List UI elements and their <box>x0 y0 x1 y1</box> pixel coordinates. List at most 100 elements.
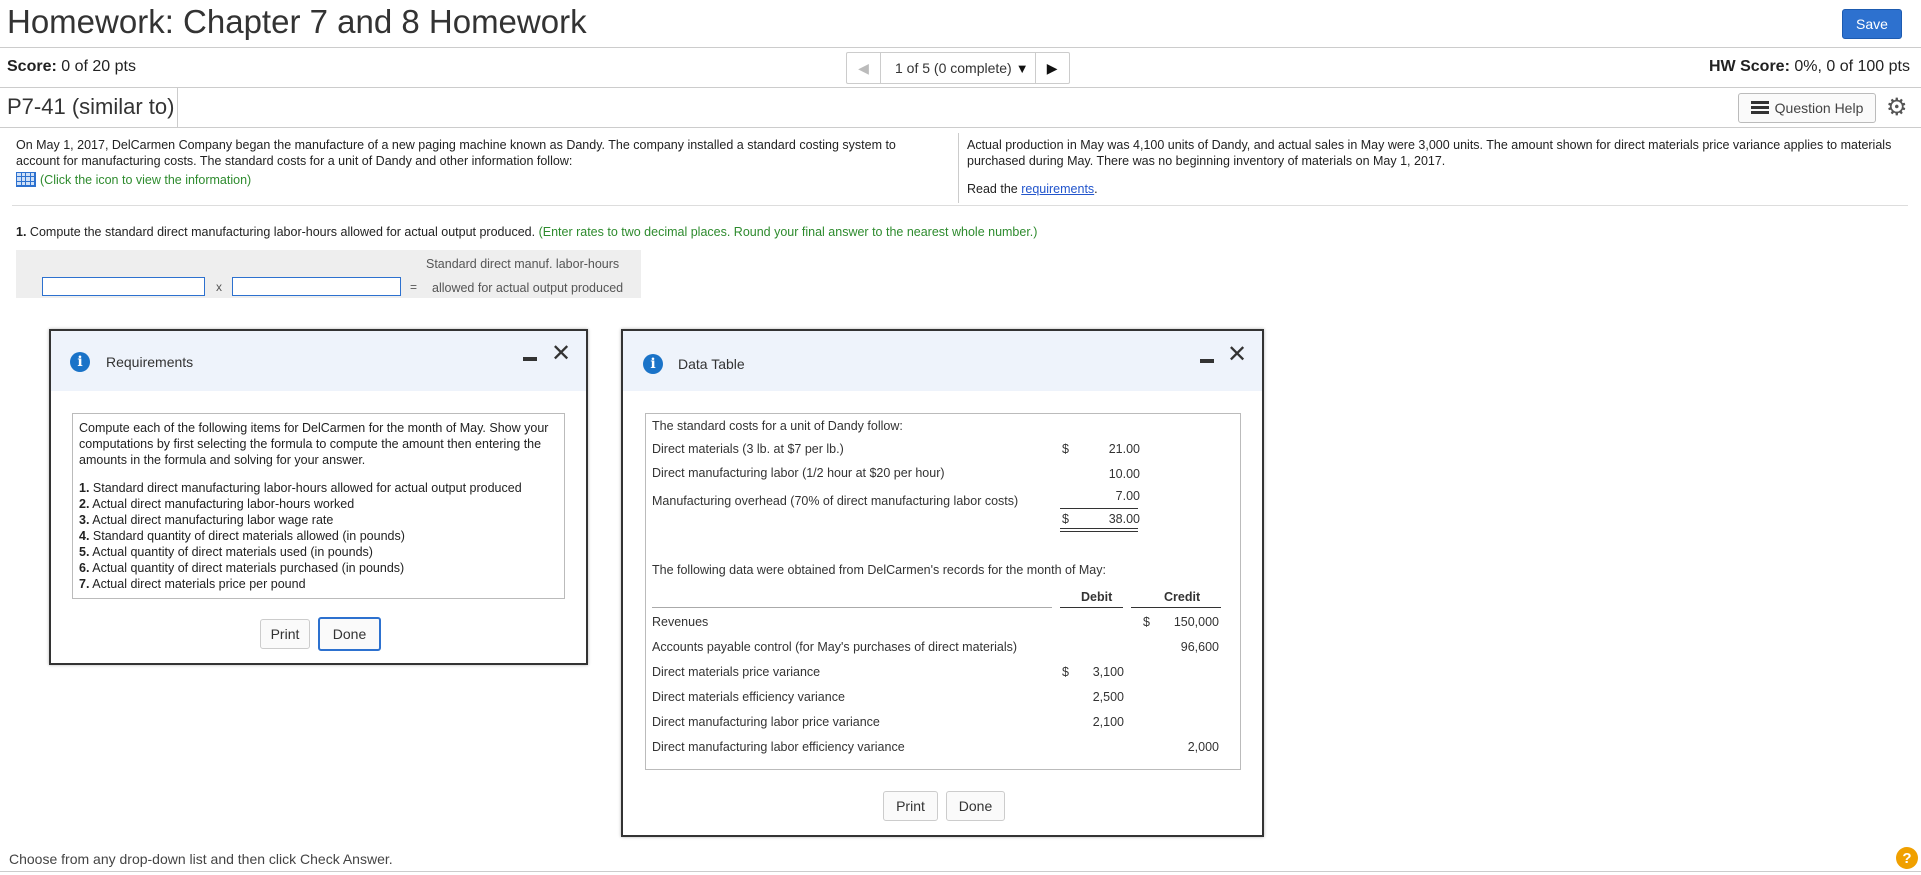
record-label: Direct manufacturing labor price varianc… <box>652 715 880 729</box>
data-table-dialog-title: Data Table <box>678 356 745 372</box>
formula-row: Standard direct manuf. labor-hours x = a… <box>16 250 641 298</box>
question-number: 1. <box>16 225 27 239</box>
record-label: Revenues <box>652 615 709 629</box>
requirement-item: 7. Actual direct materials price per pou… <box>79 577 306 591</box>
question-instruction: (Enter rates to two decimal places. Roun… <box>538 225 1038 239</box>
requirements-dialog: i Requirements ✕ Compute each of the fol… <box>49 329 588 665</box>
data-table-dialog-header: i Data Table ✕ <box>623 331 1262 391</box>
formula-result-label-line1: Standard direct manuf. labor-hours <box>426 257 620 271</box>
std-row-value: 7.00 <box>1115 489 1140 503</box>
std-row-value: 21.00 <box>1108 442 1140 456</box>
read-prefix: Read the <box>967 182 1018 196</box>
equals-sign: = <box>410 280 418 294</box>
record-debit: 2,100 <box>1092 715 1124 729</box>
problem-details: Actual production in May was 4,100 units… <box>967 138 1892 168</box>
list-icon <box>1750 101 1769 115</box>
read-requirements: Read the requirements. <box>967 182 1098 196</box>
debit-header-rule <box>1060 607 1123 608</box>
record-label: Direct materials efficiency variance <box>652 690 845 704</box>
requirement-item: 6. Actual quantity of direct materials p… <box>79 561 405 575</box>
gear-icon[interactable]: ⚙ <box>1886 93 1908 122</box>
data-table-print-button[interactable]: Print <box>883 791 938 821</box>
requirements-dialog-title: Requirements <box>106 354 194 370</box>
close-icon[interactable]: ✕ <box>551 342 571 366</box>
question-position-dropdown[interactable]: 1 of 5 (0 complete) ▼ <box>881 53 1035 83</box>
std-total-value: 38.00 <box>1108 512 1140 526</box>
std-row-label: Direct manufacturing labor (1/2 hour at … <box>652 466 945 480</box>
record-credit: 150,000 <box>1173 615 1219 629</box>
triangle-left-icon: ◀ <box>858 59 869 76</box>
question-pager: ◀ 1 of 5 (0 complete) ▼ ▶ <box>846 52 1070 84</box>
hw-score-value: 0%, 0 of 100 pts <box>1794 58 1910 75</box>
requirement-item: 1. Standard direct manufacturing labor-h… <box>79 481 522 495</box>
requirements-list: 1. Standard direct manufacturing labor-h… <box>79 480 558 592</box>
record-credit: 2,000 <box>1187 740 1219 754</box>
requirements-done-button[interactable]: Done <box>318 617 381 651</box>
question-help-button[interactable]: Question Help <box>1738 93 1876 123</box>
previous-question-button[interactable]: ◀ <box>847 53 881 83</box>
save-button[interactable]: Save <box>1842 9 1902 39</box>
view-information-text[interactable]: (Click the icon to view the information) <box>40 173 251 187</box>
std-row-currency: $ <box>1062 442 1069 456</box>
info-icon: i <box>643 354 663 374</box>
std-row-value: 10.00 <box>1108 467 1140 481</box>
total-double-rule <box>1060 531 1138 532</box>
question-title-box: P7-41 (similar to) <box>0 88 178 127</box>
status-text: Choose from any drop-down list and then … <box>9 851 393 867</box>
std-row-label: Direct materials (3 lb. at $7 per lb.) <box>652 442 844 456</box>
triangle-right-icon: ▶ <box>1046 59 1058 76</box>
hw-score: HW Score: 0%, 0 of 100 pts <box>1709 58 1910 76</box>
requirements-intro: Compute each of the following items for … <box>79 421 549 467</box>
record-debit: 3,100 <box>1092 665 1124 679</box>
divider <box>958 133 959 203</box>
requirement-item: 4. Standard quantity of direct materials… <box>79 529 405 543</box>
requirements-link[interactable]: requirements <box>1021 182 1094 196</box>
formula-input-1[interactable] <box>42 277 205 296</box>
requirements-content: Compute each of the following items for … <box>72 413 565 599</box>
caret-down-icon: ▼ <box>1015 60 1029 76</box>
question-text: Compute the standard direct manufacturin… <box>29 225 536 239</box>
score-bar: Score: 0 of 20 pts ◀ 1 of 5 (0 complete)… <box>0 48 1921 88</box>
data-table-dialog: i Data Table ✕ The standard costs for a … <box>621 329 1264 837</box>
requirements-print-button[interactable]: Print <box>260 619 310 649</box>
record-debit: 2,500 <box>1092 690 1124 704</box>
requirement-item: 2. Actual direct manufacturing labor-hou… <box>79 497 355 511</box>
formula-input-2[interactable] <box>232 277 401 296</box>
total-double-rule <box>1060 528 1138 529</box>
page-title: Homework: Chapter 7 and 8 Homework <box>7 3 587 40</box>
record-label: Direct materials price variance <box>652 665 821 679</box>
score: Score: 0 of 20 pts <box>7 58 136 76</box>
minimize-icon[interactable] <box>523 357 537 361</box>
records-heading: The following data were obtained from De… <box>652 563 1106 577</box>
data-table: The standard costs for a unit of Dandy f… <box>645 413 1241 770</box>
question-title: P7-41 (similar to) <box>7 94 175 119</box>
record-label: Direct manufacturing labor efficiency va… <box>652 740 905 754</box>
hw-score-label: HW Score: <box>1709 58 1790 75</box>
table-icon[interactable] <box>16 172 36 187</box>
view-information-link[interactable]: (Click the icon to view the information) <box>16 172 251 187</box>
problem-intro: On May 1, 2017, DelCarmen Company began … <box>16 138 896 168</box>
credit-header-rule <box>1131 607 1221 608</box>
requirement-item: 5. Actual quantity of direct materials u… <box>79 545 373 559</box>
standard-costs-heading: The standard costs for a unit of Dandy f… <box>652 419 903 433</box>
question-position-text: 1 of 5 (0 complete) <box>895 60 1012 76</box>
subtotal-rule <box>1060 508 1138 509</box>
info-icon: i <box>70 352 90 372</box>
score-label: Score: <box>7 58 57 75</box>
next-question-button[interactable]: ▶ <box>1034 53 1069 83</box>
record-credit: 96,600 <box>1180 640 1219 654</box>
close-icon[interactable]: ✕ <box>1227 343 1247 367</box>
records-header-rule <box>652 607 1052 608</box>
read-suffix: . <box>1094 182 1098 196</box>
question-help-label: Question Help <box>1774 100 1864 116</box>
data-table-done-button[interactable]: Done <box>946 791 1005 821</box>
std-total-currency: $ <box>1062 512 1069 526</box>
minimize-icon[interactable] <box>1200 359 1214 363</box>
score-value: 0 of 20 pts <box>61 58 136 75</box>
credit-column-header: Credit <box>1164 590 1201 604</box>
question-bar: P7-41 (similar to) Question Help <box>0 88 1921 128</box>
help-icon[interactable]: ? <box>1896 847 1918 869</box>
requirements-dialog-header: i Requirements ✕ <box>51 331 586 391</box>
record-label: Accounts payable control (for May's purc… <box>652 640 1018 654</box>
title-bar: Homework: Chapter 7 and 8 Homework Save <box>0 0 1921 48</box>
